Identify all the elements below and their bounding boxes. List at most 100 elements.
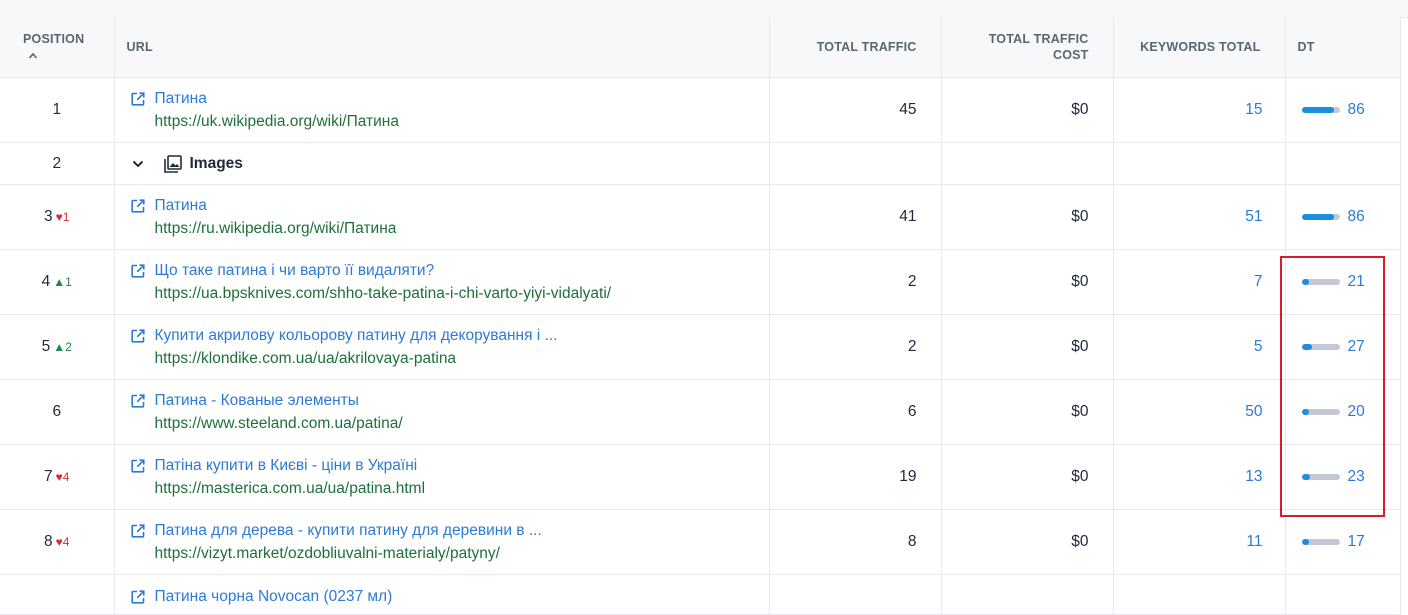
keywords-link[interactable]: 13 — [1113, 444, 1286, 510]
empty-cell — [1113, 574, 1286, 615]
position-down-badge: ♥4 — [55, 470, 70, 484]
external-link-icon[interactable] — [130, 263, 146, 279]
images-cell: Images — [114, 142, 770, 185]
page-url-link[interactable]: https://ru.wikipedia.org/wiki/Патина — [127, 217, 745, 239]
keywords-link[interactable]: 15 — [1113, 77, 1286, 143]
position-change-value: 4 — [62, 470, 70, 484]
cost-cell: $0 — [941, 314, 1114, 380]
dt-bar — [1301, 107, 1340, 113]
external-link-icon[interactable] — [130, 589, 146, 605]
position-cell: 6 — [0, 379, 115, 445]
external-link-icon[interactable] — [130, 328, 146, 344]
external-link-icon[interactable] — [130, 393, 146, 409]
position-change-value: 1 — [65, 275, 72, 289]
cost-cell: $0 — [941, 184, 1114, 250]
table-row: 7 ♥4 Патіна купити в Києві - ціни в Украї… — [0, 444, 1401, 510]
chevron-down-icon[interactable] — [131, 157, 145, 171]
cost-cell: $0 — [941, 249, 1114, 315]
position-cell: 2 — [0, 142, 115, 185]
traffic-cell: 45 — [769, 77, 942, 143]
position-cell: 3 ♥1 — [0, 184, 115, 250]
cost-cell: $0 — [941, 509, 1114, 575]
serp-table: POSITION URL TOTAL TRAFFIC TOTAL TRAFFIC… — [0, 17, 1401, 615]
cost-cell: $0 — [941, 379, 1114, 445]
header-total-traffic[interactable]: TOTAL TRAFFIC — [769, 17, 942, 78]
dt-cell: 17 — [1285, 509, 1401, 575]
page-title-link[interactable]: Патина чорна Novocan (0237 мл) — [155, 588, 393, 606]
empty-cell — [1285, 574, 1401, 615]
keywords-link[interactable]: 7 — [1113, 249, 1286, 315]
table-row: Патина чорна Novocan (0237 мл) — [0, 574, 1401, 615]
traffic-cell: 41 — [769, 184, 942, 250]
cost-cell: $0 — [941, 444, 1114, 510]
traffic-cell: 6 — [769, 379, 942, 445]
dt-value[interactable]: 86 — [1348, 208, 1365, 226]
table-row: 3 ♥1 Патина https://ru.wikipedia.org/wiki… — [0, 184, 1401, 250]
empty-cell — [941, 142, 1114, 185]
position-cell: 1 — [0, 77, 115, 143]
page-title-link[interactable]: Що таке патина і чи варто її видаляти? — [155, 262, 435, 280]
position-cell: 4 ▲1 — [0, 249, 115, 315]
page-url-link[interactable]: https://vizyt.market/ozdobliuvalni-mater… — [127, 542, 745, 564]
dt-bar-fill — [1301, 214, 1335, 220]
page-title-link[interactable]: Патина - Кованые элементы — [155, 392, 359, 410]
empty-cell — [941, 574, 1114, 615]
dt-bar-fill — [1301, 107, 1335, 113]
images-row[interactable]: 2 Images — [0, 142, 1401, 185]
empty-cell — [769, 142, 942, 185]
image-gallery-icon — [163, 154, 182, 173]
position-change-value: 1 — [62, 210, 70, 224]
external-link-icon[interactable] — [130, 458, 146, 474]
page-title-link[interactable]: Купити акрилову кольорову патину для дек… — [155, 327, 558, 345]
empty-cell — [1285, 142, 1401, 185]
position-value: 1 — [52, 101, 62, 118]
dt-value[interactable]: 86 — [1348, 101, 1365, 119]
url-cell: Купити акрилову кольорову патину для дек… — [114, 314, 770, 380]
empty-cell — [769, 574, 942, 615]
url-cell: Патина для дерева - купити патину для де… — [114, 509, 770, 575]
keywords-link[interactable]: 11 — [1113, 509, 1286, 575]
page-title-link[interactable]: Патина — [155, 90, 207, 108]
sort-ascending-icon[interactable] — [28, 52, 38, 60]
header-url[interactable]: URL — [114, 17, 770, 78]
table-row: 4 ▲1 Що таке патина і чи варто її видалят… — [0, 249, 1401, 315]
traffic-cell: 2 — [769, 314, 942, 380]
page-title-link[interactable]: Патина для дерева - купити патину для де… — [155, 522, 542, 540]
position-up-badge: ▲2 — [53, 340, 72, 354]
external-link-icon[interactable] — [130, 523, 146, 539]
position-value: 5 — [41, 338, 51, 355]
header-dt[interactable]: DT — [1285, 17, 1401, 78]
header-position[interactable]: POSITION — [0, 17, 115, 78]
table-row: 6 Патина - Кованые элементы https://www.… — [0, 379, 1401, 445]
position-change-value: 2 — [65, 340, 72, 354]
images-label: Images — [189, 154, 243, 172]
header-total-traffic-cost[interactable]: TOTAL TRAFFIC COST — [941, 17, 1114, 78]
keywords-link[interactable]: 51 — [1113, 184, 1286, 250]
page-url-link[interactable]: https://www.steeland.com.ua/patina/ — [127, 412, 745, 434]
page-url-link[interactable]: https://klondike.com.ua/ua/akrilovaya-pa… — [127, 347, 745, 369]
table-row: 5 ▲2 Купити акрилову кольорову патину для… — [0, 314, 1401, 380]
external-link-icon[interactable] — [130, 91, 146, 107]
page-url-link[interactable]: https://masterica.com.ua/ua/patina.html — [127, 477, 745, 499]
keywords-link[interactable]: 5 — [1113, 314, 1286, 380]
position-value: 6 — [52, 403, 62, 420]
dt-cell: 86 — [1285, 77, 1401, 143]
position-up-badge: ▲1 — [53, 275, 72, 289]
keywords-link[interactable]: 50 — [1113, 379, 1286, 445]
traffic-cell: 19 — [769, 444, 942, 510]
header-keywords-total[interactable]: KEYWORDS TOTAL — [1113, 17, 1286, 78]
url-cell: Патина https://uk.wikipedia.org/wiki/Пат… — [114, 77, 770, 143]
table-header: POSITION URL TOTAL TRAFFIC TOTAL TRAFFIC… — [0, 17, 1401, 78]
table-row: 8 ♥4 Патина для дерева - купити патину дл… — [0, 509, 1401, 575]
dt-bar-fill — [1301, 539, 1309, 545]
position-value: 4 — [41, 273, 51, 290]
position-cell: 8 ♥4 — [0, 509, 115, 575]
page-title-link[interactable]: Патіна купити в Києві - ціни в Україні — [155, 457, 418, 475]
external-link-icon[interactable] — [130, 198, 146, 214]
url-cell: Що таке патина і чи варто її видаляти? h… — [114, 249, 770, 315]
dt-value[interactable]: 17 — [1348, 533, 1365, 551]
page-title-link[interactable]: Патина — [155, 197, 207, 215]
page-url-link[interactable]: https://ua.bpsknives.com/shho-take-patin… — [127, 282, 745, 304]
dt-cell: 86 — [1285, 184, 1401, 250]
page-url-link[interactable]: https://uk.wikipedia.org/wiki/Патина — [127, 110, 745, 132]
